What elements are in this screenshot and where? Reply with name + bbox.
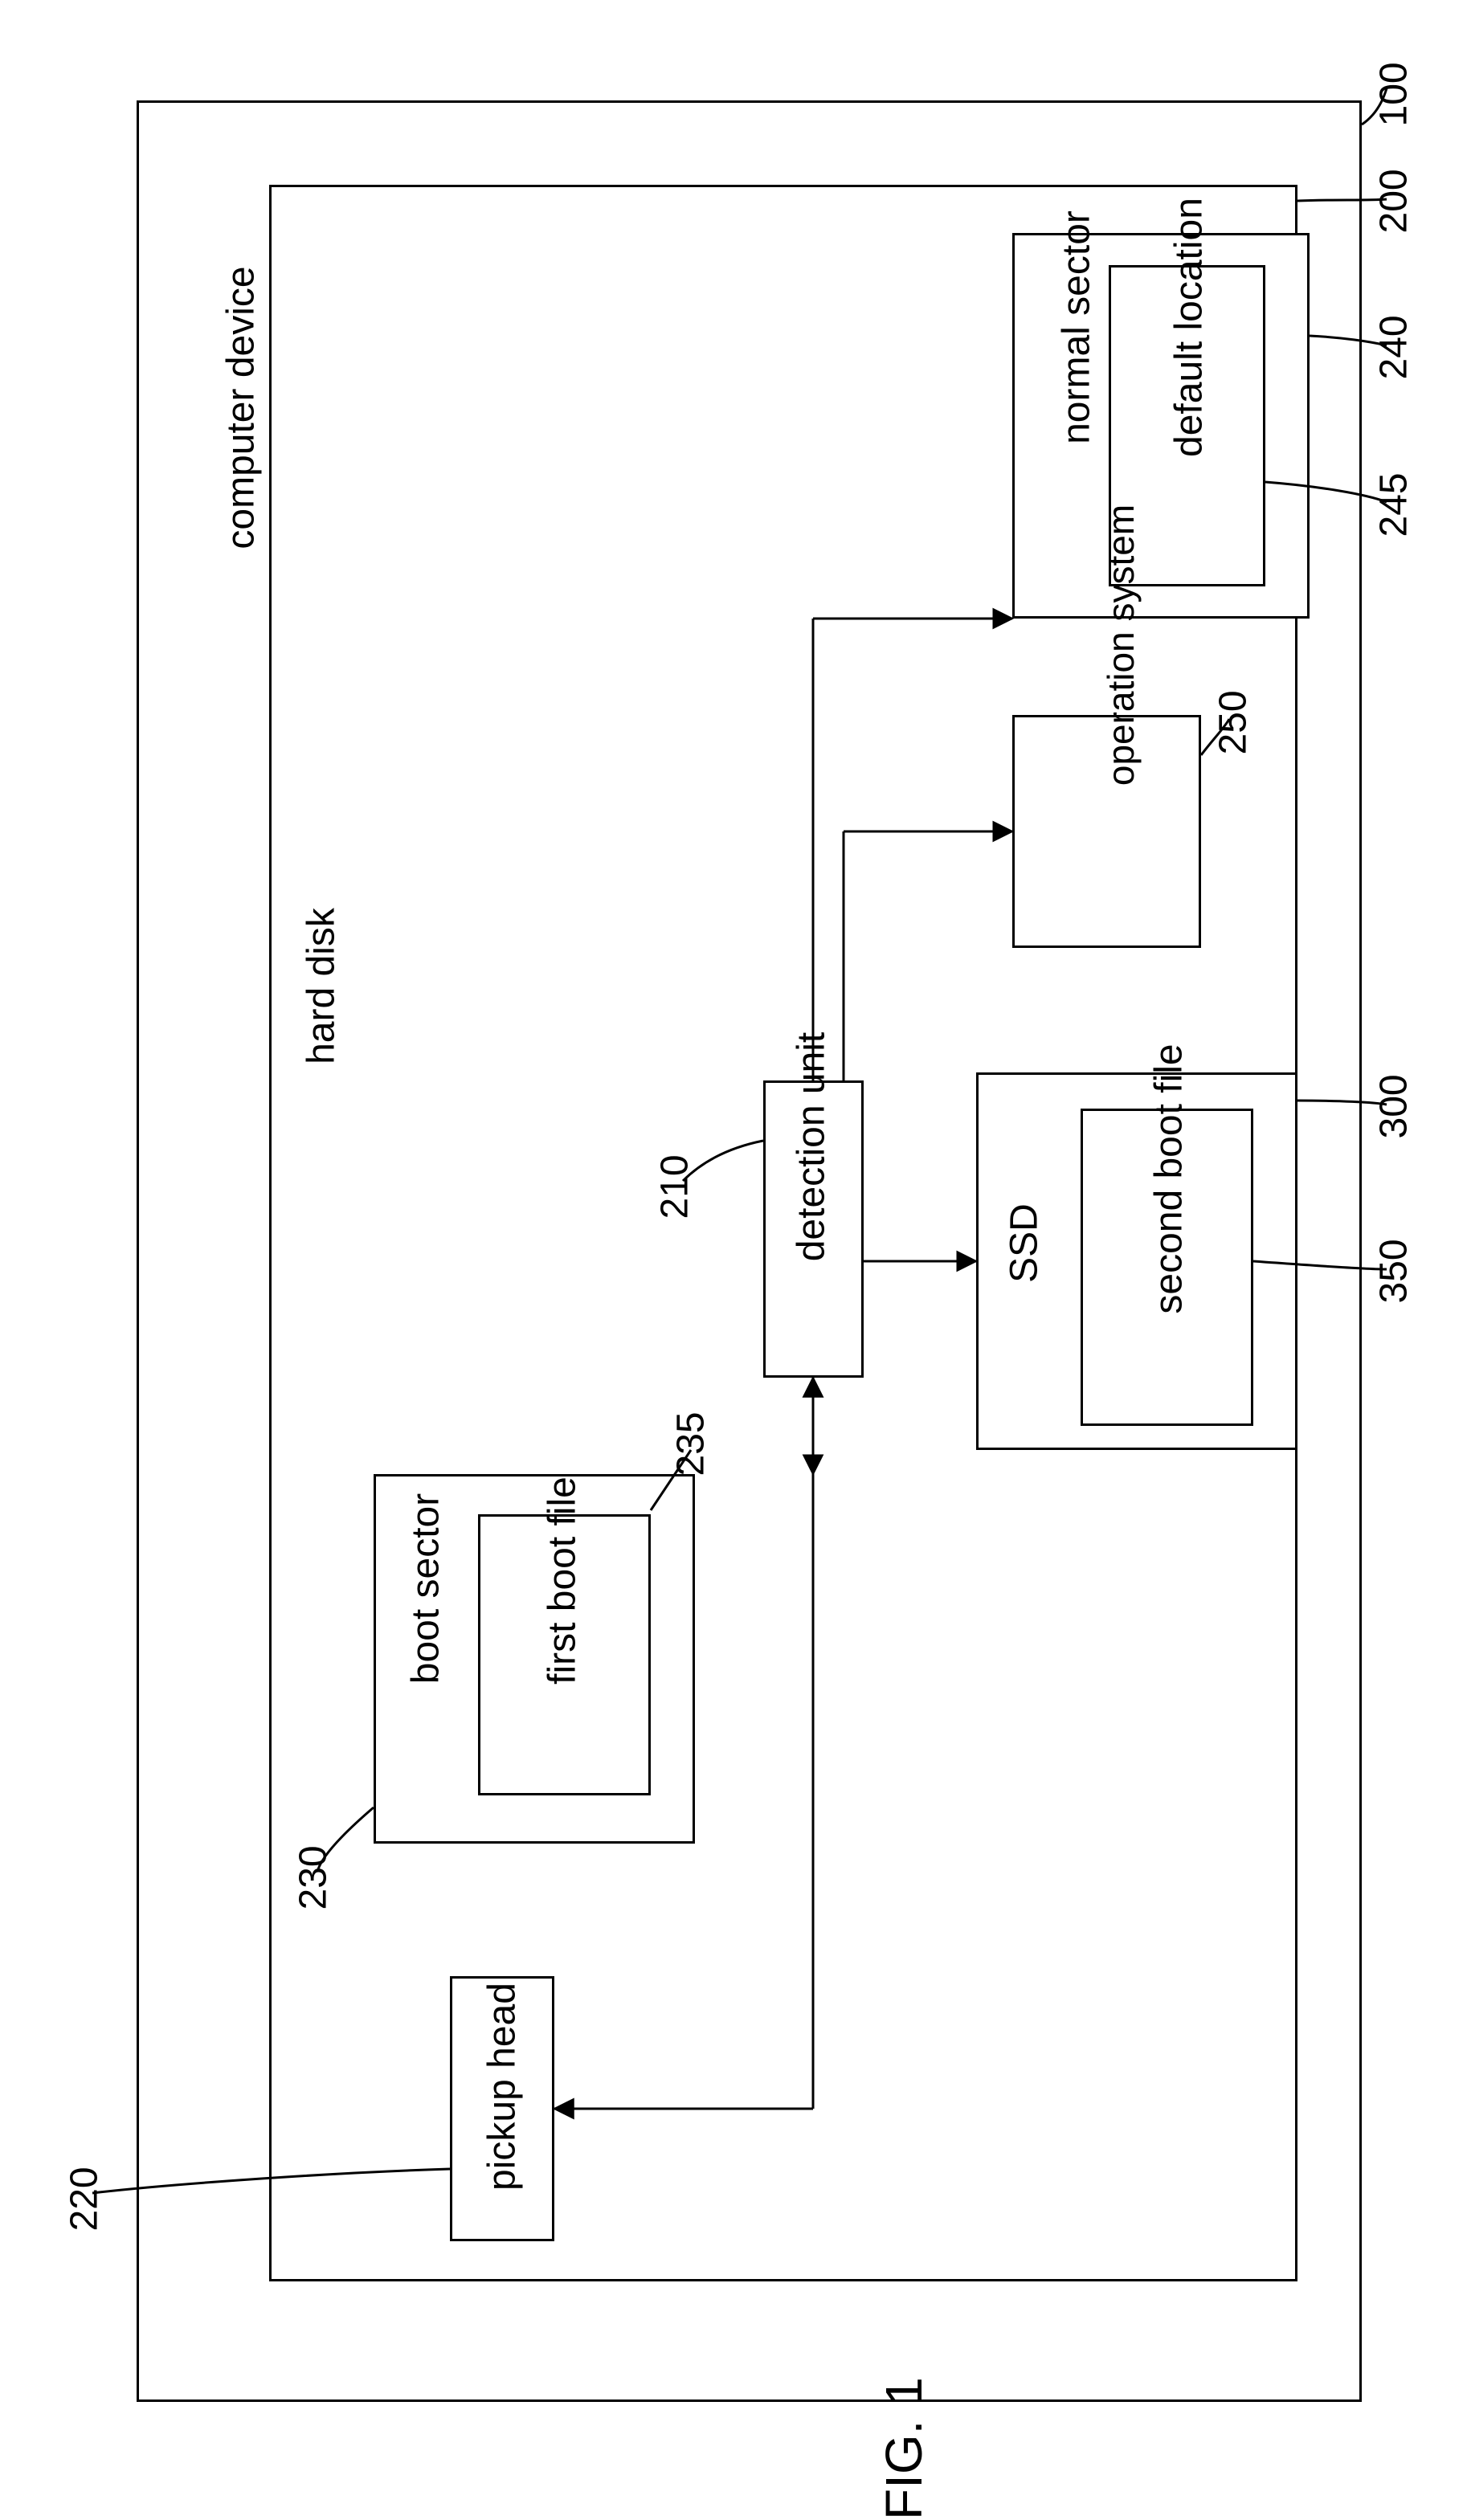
default-location-label: default location: [1167, 183, 1212, 472]
default-location-ref: 245: [1372, 457, 1416, 537]
normal-sector-label: normal sector: [1055, 199, 1099, 456]
second-boot-file-ref: 350: [1372, 1223, 1416, 1304]
boot-sector-label: boot sector: [404, 1476, 448, 1701]
second-boot-file-label: second boot file: [1147, 1023, 1191, 1336]
pickup-head-label: pickup head: [480, 1971, 525, 2203]
detection-unit-ref: 210: [653, 1139, 697, 1219]
operation-system-ref: 250: [1212, 675, 1256, 755]
computer-device-ref: 100: [1372, 47, 1416, 127]
detection-unit-label: detection unit: [790, 1019, 834, 1276]
computer-device-label: computer device: [219, 263, 264, 553]
first-boot-file-ref: 235: [669, 1396, 713, 1476]
operation-system-title-line1: operation system: [1102, 468, 1139, 822]
hard-disk-label: hard disk: [300, 898, 344, 1075]
pickup-head-ref: 220: [63, 2151, 107, 2232]
page: computer device 100 hard disk 200 pickup…: [0, 0, 1467, 2469]
ssd-label: SSD: [1003, 1183, 1047, 1304]
boot-sector-ref: 230: [292, 1830, 336, 1910]
figure-label: FIG. 1: [874, 2343, 934, 2520]
first-boot-file-label: first boot file: [541, 1460, 585, 1701]
ssd-ref: 300: [1372, 1059, 1416, 1139]
normal-sector-ref: 240: [1372, 300, 1416, 380]
hard-disk-ref: 200: [1372, 153, 1416, 234]
